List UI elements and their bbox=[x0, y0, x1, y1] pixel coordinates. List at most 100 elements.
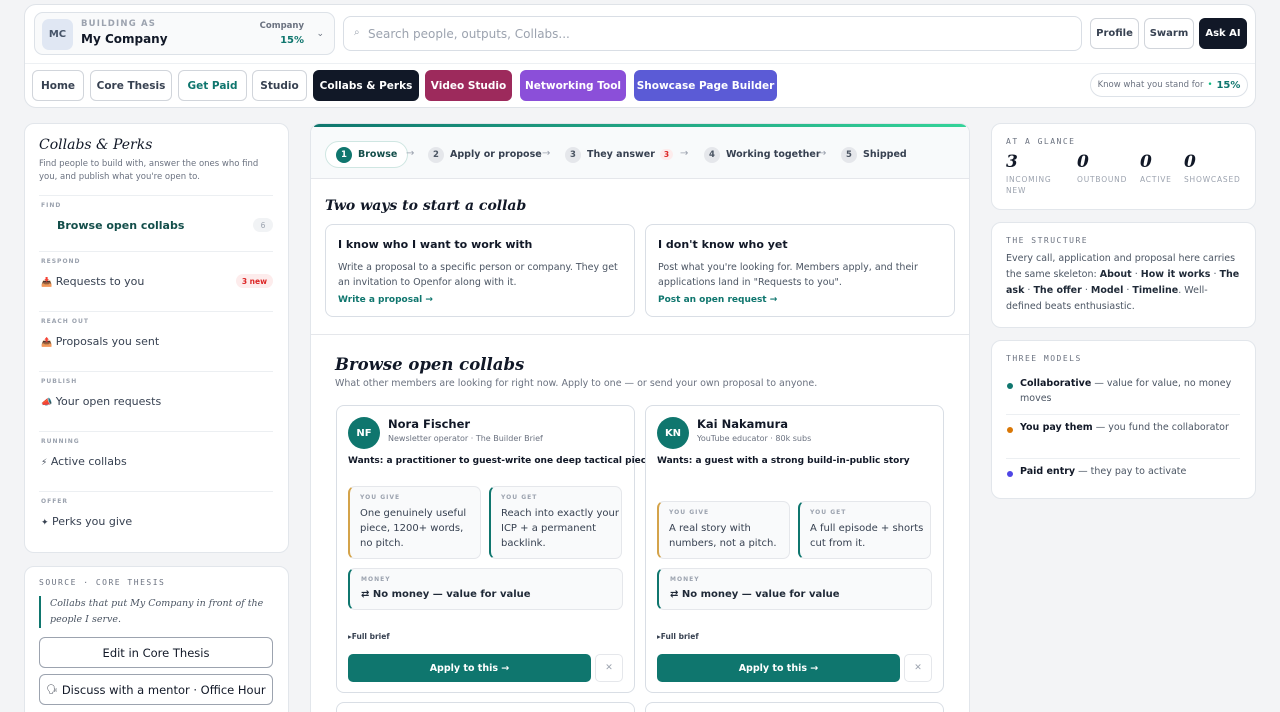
step-shipped[interactable]: 5 Shipped bbox=[841, 141, 907, 168]
company-switcher[interactable]: MC BUILDING AS My Company Company 15% ⌄ bbox=[34, 12, 335, 55]
full-brief-toggle[interactable]: ▸Full brief bbox=[657, 632, 699, 641]
section-kicker: RESPOND bbox=[41, 258, 81, 265]
write-proposal-link[interactable]: Write a proposal → bbox=[338, 295, 433, 305]
structure-card: THE STRUCTURE Every call, application an… bbox=[991, 222, 1256, 328]
section-kicker: OFFER bbox=[41, 498, 69, 505]
sidebar-item-proposals[interactable]: REACH OUT 📤 Proposals you sent bbox=[39, 311, 273, 371]
sidebar-item-perks[interactable]: OFFER ✦ Perks you give bbox=[39, 491, 273, 549]
browse-title: Browse open collabs bbox=[335, 355, 525, 374]
money-box: MONEY ⇄ No money — value for value bbox=[348, 568, 623, 610]
dot-icon: • bbox=[1207, 80, 1213, 90]
nav-networking-tool[interactable]: Networking Tool bbox=[520, 70, 626, 101]
get-label: YOU GET bbox=[501, 494, 538, 501]
you-give-box: YOU GIVE A real story with numbers, not … bbox=[657, 501, 790, 559]
model-paid-entry: Paid entry — they pay to activate bbox=[1006, 464, 1240, 486]
profile-button[interactable]: Profile bbox=[1090, 18, 1139, 49]
section-divider bbox=[311, 334, 969, 335]
step-working-together[interactable]: 4 Working together bbox=[704, 141, 821, 168]
apply-button[interactable]: Apply to this → bbox=[348, 654, 591, 682]
nav-video-studio[interactable]: Video Studio bbox=[425, 70, 512, 101]
sidebar-item-label: Browse open collabs bbox=[57, 219, 185, 232]
company-progress-label: Company bbox=[259, 21, 304, 31]
sidebar-item-browse[interactable]: FIND Browse open collabs 6 bbox=[39, 195, 273, 251]
two-ways-title: Two ways to start a collab bbox=[325, 198, 527, 214]
main-panel: 1 Browse → 2 Apply or propose → 3 They answ… bbox=[310, 123, 970, 712]
three-models-card: THREE MODELS Collaborative — value for v… bbox=[991, 340, 1256, 499]
stat-incoming: 3 INCOMING NEW bbox=[1006, 152, 1052, 195]
search-bar[interactable]: ⌕ bbox=[343, 16, 1082, 51]
arrow-right-icon: → bbox=[542, 148, 551, 159]
nav-core-thesis[interactable]: Core Thesis bbox=[90, 70, 172, 101]
step-browse[interactable]: 1 Browse bbox=[325, 141, 409, 168]
stepper: 1 Browse → 2 Apply or propose → 3 They answ… bbox=[311, 127, 969, 179]
source-label: SOURCE · CORE THESIS bbox=[39, 578, 166, 587]
step-apply-or-propose[interactable]: 2 Apply or propose bbox=[428, 141, 542, 168]
dismiss-button[interactable]: ✕ bbox=[595, 654, 623, 682]
full-brief-toggle[interactable]: ▸Full brief bbox=[348, 632, 390, 641]
model-collaborative: Collaborative — value for value, no mone… bbox=[1006, 376, 1240, 415]
ask-ai-button[interactable]: Ask AI bbox=[1199, 18, 1247, 49]
nav-divider bbox=[25, 63, 1255, 64]
core-thesis-source-card: SOURCE · CORE THESIS Collabs that put My… bbox=[24, 566, 289, 712]
search-icon: ⌕ bbox=[354, 27, 360, 38]
know-what-you-stand-for-pill[interactable]: Know what you stand for • 15% bbox=[1090, 73, 1248, 97]
company-avatar: MC bbox=[42, 19, 73, 50]
get-label: YOU GET bbox=[810, 509, 847, 516]
wants-text: Wants: a practitioner to guest-write one… bbox=[348, 456, 653, 466]
dismiss-button[interactable]: ✕ bbox=[904, 654, 932, 682]
swarm-button[interactable]: Swarm bbox=[1144, 18, 1194, 49]
megaphone-icon: 📣 bbox=[41, 398, 53, 408]
sidebar-item-requests[interactable]: RESPOND 📥 Requests to you 3 new bbox=[39, 251, 273, 311]
structure-label: THE STRUCTURE bbox=[1006, 236, 1089, 245]
nav-studio[interactable]: Studio bbox=[252, 70, 307, 101]
money-box: MONEY ⇄ No money — value for value bbox=[657, 568, 932, 610]
you-get-box: YOU GET A full episode + shorts cut from… bbox=[798, 501, 931, 559]
discuss-mentor-button[interactable]: 🗣 Discuss with a mentor · Office Hour bbox=[39, 674, 273, 705]
sidebar-item-open-requests[interactable]: PUBLISH 📣 Your open requests bbox=[39, 371, 273, 431]
section-kicker: REACH OUT bbox=[41, 318, 89, 325]
section-kicker: RUNNING bbox=[41, 438, 80, 445]
money-text: ⇄ No money — value for value bbox=[670, 589, 840, 600]
outbox-icon: 📤 bbox=[41, 338, 53, 348]
nav-showcase-page-builder[interactable]: Showcase Page Builder bbox=[634, 70, 777, 101]
option-dont-know[interactable]: I don't know who yet Post what you're lo… bbox=[645, 224, 955, 317]
building-as-label: BUILDING AS bbox=[81, 19, 157, 29]
sidebar-item-label: 📤 Proposals you sent bbox=[41, 335, 160, 348]
collab-card-partial bbox=[645, 702, 944, 712]
person-role: Newsletter operator · The Builder Brief bbox=[388, 434, 543, 443]
person-name: Kai Nakamura bbox=[697, 417, 789, 431]
sidebar-item-active[interactable]: RUNNING ⚡ Active collabs bbox=[39, 431, 273, 491]
thesis-quote: Collabs that put My Company in front of … bbox=[39, 596, 273, 628]
option-know-who[interactable]: I know who I want to work with Write a p… bbox=[325, 224, 635, 317]
option-title: I don't know who yet bbox=[658, 238, 788, 251]
nav-collabs-perks[interactable]: Collabs & Perks bbox=[313, 70, 419, 101]
nav-home[interactable]: Home bbox=[32, 70, 84, 101]
money-text: ⇄ No money — value for value bbox=[361, 589, 531, 600]
option-desc: Write a proposal to a specific person or… bbox=[338, 262, 618, 288]
dot-icon bbox=[1007, 383, 1013, 389]
step-they-answer[interactable]: 3 They answer 3 bbox=[565, 141, 674, 168]
avatar: NF bbox=[348, 417, 380, 449]
collab-card: NF Nora Fischer Newsletter operator · Th… bbox=[336, 405, 652, 693]
arrow-right-icon: → bbox=[406, 148, 415, 159]
you-give-box: YOU GIVE One genuinely useful piece, 120… bbox=[348, 486, 481, 559]
edit-core-thesis-button[interactable]: Edit in Core Thesis bbox=[39, 637, 273, 668]
person-name: Nora Fischer bbox=[388, 417, 471, 431]
sidebar-item-label: 📣 Your open requests bbox=[41, 395, 162, 408]
at-a-glance-card: AT A GLANCE 3 INCOMING NEW 0 OUTBOUND 0 ACT… bbox=[991, 123, 1256, 210]
nav-get-paid[interactable]: Get Paid bbox=[178, 70, 247, 101]
post-open-request-link[interactable]: Post an open request → bbox=[658, 295, 777, 305]
sidebar-item-label: ⚡ Active collabs bbox=[41, 455, 127, 468]
left-sidebar: Collabs & Perks Find people to build wit… bbox=[24, 123, 289, 553]
give-text: A real story with numbers, not a pitch. bbox=[669, 523, 777, 549]
option-title: I know who I want to work with bbox=[338, 238, 533, 251]
model-you-pay-them: You pay them — you fund the collaborator bbox=[1006, 420, 1240, 459]
sidebar-subtitle: Find people to build with, answer the on… bbox=[39, 159, 259, 182]
know-label: Know what you stand for bbox=[1097, 80, 1204, 90]
apply-button[interactable]: Apply to this → bbox=[657, 654, 900, 682]
glance-label: AT A GLANCE bbox=[1006, 137, 1076, 146]
option-desc: Post what you're looking for. Members ap… bbox=[658, 262, 918, 288]
give-label: YOU GIVE bbox=[360, 494, 401, 501]
collab-card-partial bbox=[336, 702, 635, 712]
search-input[interactable] bbox=[368, 23, 1058, 45]
